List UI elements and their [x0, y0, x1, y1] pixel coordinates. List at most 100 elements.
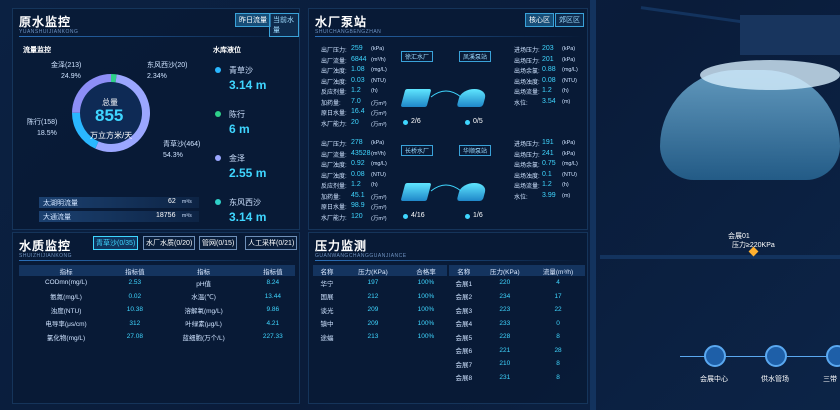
table-cell: 213 — [367, 333, 379, 341]
daily-flow-button[interactable]: 昨日流量 — [235, 13, 271, 27]
plant-building-icon[interactable] — [400, 89, 432, 107]
table-row[interactable]: 会展8 231 8 — [449, 371, 585, 385]
pump-metric-label: 出场浊度: — [514, 79, 540, 86]
pump-metric-value: 203 — [542, 45, 554, 52]
pump-metric-unit: (mg/L) — [562, 161, 578, 167]
slice-label-jinze: 金泽(213) — [51, 62, 82, 69]
tab-manual-sample[interactable]: 人工采样(0/21) — [245, 236, 298, 250]
reservoir-level: 6 m — [229, 122, 250, 136]
table-row[interactable]: 电导率(μs/cm) 312 叶绿素(μg/L) 4.21 — [19, 317, 295, 331]
plant-metric-value: 120 — [351, 212, 363, 220]
pump-metric-unit: (kPa) — [562, 150, 576, 157]
table-cell: 100% — [417, 306, 435, 314]
plant-name-tag[interactable]: 徐汇水厂 — [401, 51, 434, 62]
table-row[interactable]: 会展7 210 8 — [449, 357, 585, 371]
table-cell: 浊度(NTU) — [50, 307, 82, 315]
table-row[interactable]: 氯化物(mg/L) 27.08 蓝细胞(万个/L) 227.33 — [19, 330, 295, 344]
nav-label-2[interactable]: 供水管场 — [761, 374, 789, 384]
table-row[interactable]: 会展6 221 28 — [449, 344, 585, 358]
plant-metric-unit: (万m³) — [371, 205, 387, 211]
table-cell: 水温(℃) — [191, 294, 216, 302]
core-area-button[interactable]: 核心区 — [525, 13, 554, 27]
station-name-tag[interactable]: 华顺泵站 — [459, 145, 492, 156]
plant-metric-value: 45.1 — [351, 191, 365, 199]
plant-building-icon[interactable] — [400, 183, 432, 201]
plant-metric-label: 出厂压力: — [321, 142, 347, 148]
flow-value: 18756 — [156, 212, 176, 219]
table-cell: 233 — [499, 319, 511, 327]
table-row[interactable]: 途蝠 213 100% — [313, 330, 447, 344]
nav-water-icon[interactable] — [765, 345, 787, 367]
nav-exhibition-icon[interactable] — [704, 345, 726, 367]
plant-metric-value: 0.92 — [351, 160, 365, 167]
pump-metric-value: 1.2 — [542, 181, 552, 188]
reservoir-name: 金泽 — [229, 154, 245, 163]
table-cell: 22 — [554, 306, 562, 314]
pump-metric-unit: (NTU) — [562, 171, 577, 178]
nav-label-1[interactable]: 会展中心 — [700, 374, 728, 384]
tab-plant-quality[interactable]: 水厂水质(0/20) — [143, 236, 196, 250]
tab-network[interactable]: 管网(0/15) — [199, 236, 238, 250]
suburb-area-button[interactable]: 郊区区 — [555, 13, 584, 27]
table-header: 指标 — [156, 265, 251, 276]
flow-unit: m³/s — [182, 199, 192, 205]
pump-metric-label: 出场压力: — [514, 58, 540, 65]
table-cell: 209 — [367, 306, 379, 314]
panel-title: 压力监测 — [315, 239, 368, 253]
plant-name-tag[interactable]: 长桥水厂 — [401, 145, 434, 156]
current-flow-button[interactable]: 当前水量 — [269, 13, 299, 37]
table-row[interactable]: 华宁 197 100% — [313, 276, 447, 290]
panel-subtitle: SHUICHANGBENGZHAN — [315, 29, 382, 35]
reservoir-dot-icon — [215, 67, 221, 73]
table-row[interactable]: 浊度(NTU) 10.38 溶解氧(mg/L) 9.86 — [19, 303, 295, 317]
table-cell: 223 — [499, 306, 511, 314]
flow-value: 62 — [168, 198, 176, 205]
table-cell: 0.02 — [128, 292, 142, 300]
pump-metric-unit: (NTU) — [562, 77, 577, 84]
table-cell: 100% — [417, 292, 435, 300]
plant-metric-value: 278 — [351, 139, 363, 146]
table-header: 名称 — [449, 265, 479, 276]
table-row[interactable]: 会展2 234 17 — [449, 290, 585, 304]
slice-label-dongfeng: 东风西沙(20) — [147, 62, 188, 69]
table-cell: 途蝠 — [320, 334, 334, 342]
plant-metric-value: 6844 — [351, 55, 367, 63]
pump-metric-label: 出场浊度: — [514, 173, 540, 180]
table-row[interactable]: 国展 212 100% — [313, 290, 447, 304]
water-quality-panel: 水质监控 SHUIZHIJIANKONG 青草沙(0/35) 水厂水质(0/20… — [12, 232, 300, 404]
plant-run-count: 4/16 — [411, 212, 425, 219]
plant-metric-label: 加药量: — [321, 194, 341, 201]
plant-metric-value: 1.08 — [351, 66, 365, 73]
slice-label-qingcaosha: 青草沙(464) — [163, 141, 201, 148]
table-row[interactable]: 镇中 209 100% — [313, 317, 447, 331]
table-cell: 100% — [417, 333, 435, 341]
table-row[interactable]: 会展3 223 22 — [449, 303, 585, 317]
slice-pct-dongfeng: 2.34% — [147, 73, 167, 80]
pump-metric-unit: (m) — [562, 192, 571, 199]
table-row[interactable]: 会展5 228 8 — [449, 330, 585, 344]
plant-metric-unit: (NTU) — [371, 77, 386, 84]
table-row[interactable]: 氨氮(mg/L) 0.02 水温(℃) 13.44 — [19, 290, 295, 304]
table-row[interactable]: 会展4 233 0 — [449, 317, 585, 331]
slice-pct-qingcaosha: 54.3% — [163, 152, 183, 159]
plant-metric-unit: (kPa) — [371, 46, 385, 52]
plant-metric-unit: (m³/h) — [371, 56, 386, 63]
table-cell: 234 — [499, 292, 511, 300]
tab-qingcaosha[interactable]: 青草沙(0/35) — [93, 236, 139, 250]
pump-metric-unit: (kPa) — [562, 46, 576, 52]
reservoir-dot-icon — [215, 199, 221, 205]
plant-metric-unit: (万m³) — [371, 194, 387, 201]
table-cell: 209 — [367, 319, 379, 327]
plant-group-1: 出厂压力: 259 (kPa) 出厂流量: 6844 (m³/h) 出厂浊度: 1.… — [309, 43, 589, 133]
table-row[interactable]: CODmn(mg/L) 2.53 pH值 8.24 — [19, 276, 295, 290]
table-cell: 氨氮(mg/L) — [50, 294, 82, 302]
nav-label-3[interactable]: 三带 — [823, 374, 837, 384]
table-cell: 叶绿素(μg/L) — [185, 321, 222, 329]
table-row[interactable]: 会展1 220 4 — [449, 276, 585, 290]
table-row[interactable]: 谈光 209 100% — [313, 303, 447, 317]
table-cell: 会展7 — [455, 361, 473, 369]
pump-metric-label: 出场余氯: — [514, 69, 540, 75]
station-name-tag[interactable]: 凤溪泵站 — [459, 51, 492, 62]
plant-metric-label: 出厂浊度: — [321, 79, 347, 86]
pump-metric-value: 201 — [542, 55, 554, 63]
